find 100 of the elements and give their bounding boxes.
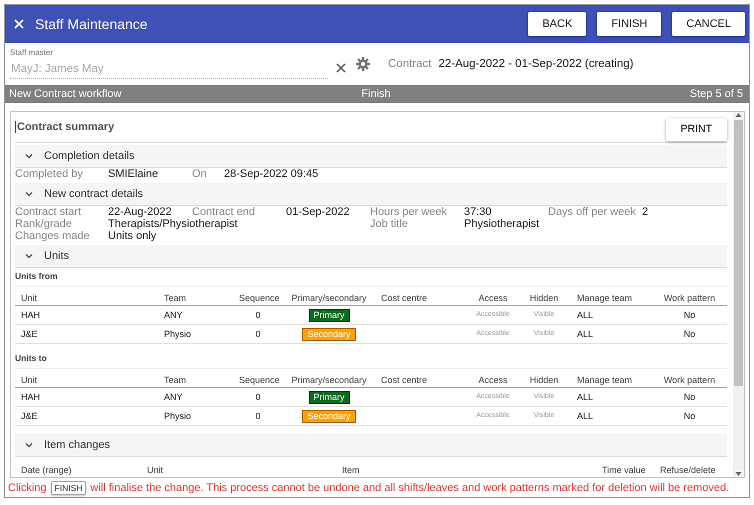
chevron-icon[interactable] <box>24 189 34 199</box>
field-label: Changes made <box>15 230 91 242</box>
field-label: Completed by <box>15 168 84 181</box>
section-header[interactable]: Completion details <box>15 145 727 168</box>
column-header: Team <box>158 291 233 306</box>
field-value: Units only <box>108 230 158 242</box>
table-cell: No <box>652 388 727 407</box>
column-header: Unit <box>146 465 164 475</box>
step-title: Finish <box>361 88 391 100</box>
warning-text: Clicking <box>8 482 47 494</box>
column-header: Primary/secondary <box>283 373 375 388</box>
table-cell: 0 <box>233 306 283 325</box>
table-cell: J&E <box>15 325 158 344</box>
field-value: 28-Sep-2022 09:45 <box>224 168 318 181</box>
column-header: Manage team <box>571 373 652 388</box>
role-badge: Primary <box>308 309 350 322</box>
contract-value: 22-Aug-2022 - 01-Sep-2022 (creating) <box>438 58 634 70</box>
column-header: Hidden <box>517 373 571 388</box>
field-label: Days off per week <box>548 206 637 218</box>
column-header: Refuse/delete <box>659 465 717 475</box>
section-title: Units <box>44 250 70 262</box>
table-cell: No <box>652 306 727 325</box>
column-header: Team <box>158 373 233 388</box>
table-cell: ALL <box>571 306 652 325</box>
column-header: Item <box>341 465 361 475</box>
step-indicator: Step 5 of 5 <box>690 88 743 100</box>
table-title: Units from <box>15 268 727 287</box>
close-icon[interactable] <box>14 19 24 29</box>
header-button[interactable]: CANCEL <box>672 12 745 36</box>
chevron-icon[interactable] <box>24 251 34 261</box>
column-header: Time value <box>601 465 647 475</box>
field-label: On <box>192 168 208 181</box>
column-header: Unit <box>15 291 158 306</box>
section-title: Completion details <box>44 150 134 162</box>
print-button[interactable]: PRINT <box>666 118 727 140</box>
table-cell: No <box>652 325 727 344</box>
table-cell: HAH <box>15 306 158 325</box>
column-header: Work pattern <box>652 373 727 388</box>
header-button[interactable]: BACK <box>528 12 586 36</box>
table-cell: J&E <box>15 407 158 426</box>
warning-text: will finalise the change. This process cannot be undone and all shifts/leaves and work patterns marked for deletion will be removed. <box>90 482 730 494</box>
table-cell: ALL <box>571 388 652 407</box>
field-label: Contract start <box>15 206 82 218</box>
table-cell: Physio <box>158 407 233 426</box>
table-cell: ALL <box>571 407 652 426</box>
scroll-up-icon[interactable] <box>735 112 742 118</box>
table-cell: No <box>652 407 727 426</box>
field-value: 37:30 <box>464 206 493 218</box>
table-cell: 0 <box>233 325 283 344</box>
role-badge: Secondary <box>302 328 356 341</box>
window-title: Staff Maintenance <box>35 16 149 32</box>
column-header: Access <box>469 373 517 388</box>
field-value: Physiotherapist <box>464 218 540 230</box>
header-button[interactable]: FINISH <box>597 12 662 36</box>
contract-label: Contract <box>388 58 432 70</box>
scrollbar[interactable] <box>733 112 744 477</box>
column-header: Sequence <box>233 373 283 388</box>
column-header: Unit <box>15 373 158 388</box>
section-title: Item changes <box>44 439 110 451</box>
field-label: Rank/grade <box>15 218 73 230</box>
field-value: 01-Sep-2022 <box>286 206 351 218</box>
table-cell: 0 <box>233 388 283 407</box>
field-value: 22-Aug-2022 <box>108 206 173 218</box>
chevron-icon[interactable] <box>24 151 34 161</box>
column-header: Date (range) <box>20 465 73 475</box>
table-cell: ANY <box>158 388 233 407</box>
column-header: Cost centre <box>375 291 469 306</box>
settings-icon[interactable] <box>356 57 370 71</box>
section-header[interactable]: Item changes <box>15 434 727 457</box>
table-cell: ALL <box>571 325 652 344</box>
column-header: Work pattern <box>652 291 727 306</box>
field-value: 2 <box>642 206 650 218</box>
table-title: Units to <box>15 350 727 369</box>
section-title: New contract details <box>44 188 144 200</box>
workflow-name: New Contract workflow <box>9 88 122 100</box>
table-cell: ANY <box>158 306 233 325</box>
field-value: Therapists/Physiotherapist <box>108 218 239 230</box>
field-value: SMIElaine <box>108 168 160 181</box>
clear-icon[interactable] <box>336 63 346 73</box>
section-header[interactable]: Units <box>15 245 727 268</box>
table-cell: HAH <box>15 388 158 407</box>
chevron-icon[interactable] <box>24 440 34 450</box>
field-label: Staff master <box>10 48 53 56</box>
column-header: Sequence <box>233 291 283 306</box>
table-cell: Physio <box>158 325 233 344</box>
scroll-down-icon[interactable] <box>735 471 742 477</box>
column-header: Hidden <box>517 291 571 306</box>
summary-title: Contract summary <box>15 121 114 133</box>
table-cell: 0 <box>233 407 283 426</box>
role-badge: Primary <box>308 391 350 404</box>
field-label: Contract end <box>192 206 256 218</box>
field-label: Hours per week <box>370 206 448 218</box>
column-header: Primary/secondary <box>283 291 375 306</box>
field-label: Job title <box>370 218 409 230</box>
finish-key: FINISH <box>50 481 86 495</box>
role-badge: Secondary <box>302 410 356 423</box>
column-header: Cost centre <box>375 373 469 388</box>
section-header[interactable]: New contract details <box>15 183 727 206</box>
column-header: Access <box>469 291 517 306</box>
column-header: Manage team <box>571 291 652 306</box>
